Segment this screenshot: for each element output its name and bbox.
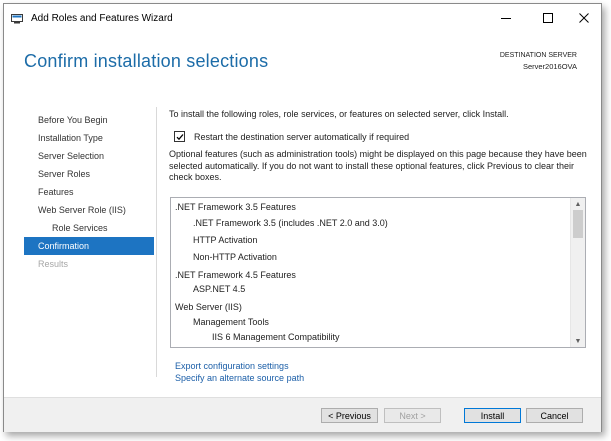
nav-item-confirmation[interactable]: Confirmation — [24, 237, 154, 255]
wizard-nav: Before You Begin Installation Type Serve… — [24, 111, 154, 273]
optional-features-note: Optional features (such as administratio… — [169, 149, 587, 182]
list-item: Management Tools — [193, 317, 269, 327]
list-item: Web Server (IIS) — [175, 302, 242, 312]
wizard-window: Add Roles and Features Wizard Confirm in… — [3, 3, 602, 432]
scroll-up-button[interactable]: ▲ — [571, 198, 585, 210]
scroll-down-button[interactable]: ▼ — [571, 335, 585, 347]
nav-item-server-selection[interactable]: Server Selection — [24, 147, 154, 165]
nav-item-server-roles[interactable]: Server Roles — [24, 165, 154, 183]
title-bar[interactable]: Add Roles and Features Wizard — [4, 4, 601, 34]
list-item: .NET Framework 3.5 Features — [175, 202, 296, 212]
nav-item-web-server-role[interactable]: Web Server Role (IIS) — [24, 201, 154, 219]
list-item: .NET Framework 3.5 (includes .NET 2.0 an… — [193, 218, 388, 228]
list-item: Non-HTTP Activation — [193, 252, 277, 262]
checkmark-icon — [176, 133, 183, 140]
list-item: .NET Framework 4.5 Features — [175, 270, 296, 280]
list-item: ASP.NET 4.5 — [193, 284, 246, 294]
nav-item-before-you-begin[interactable]: Before You Begin — [24, 111, 154, 129]
page-title: Confirm installation selections — [24, 51, 269, 71]
cancel-button[interactable]: Cancel — [526, 408, 583, 423]
intro-text: To install the following roles, role ser… — [169, 109, 509, 119]
nav-divider — [156, 107, 157, 377]
destination-server-label: DESTINATION SERVER — [499, 52, 577, 59]
list-scrollbar[interactable]: ▲ ▼ — [570, 198, 585, 347]
list-item: IIS 6 Management Compatibility — [212, 332, 340, 342]
chevron-down-icon: ▼ — [574, 337, 582, 345]
alternate-source-link[interactable]: Specify an alternate source path — [175, 373, 304, 383]
destination-server-name: Server2016OVA — [522, 62, 577, 71]
wizard-header: Confirm installation selections DESTINAT… — [4, 34, 601, 86]
nav-item-role-services[interactable]: Role Services — [24, 219, 154, 237]
maximize-button[interactable] — [530, 4, 565, 32]
previous-button[interactable]: < Previous — [321, 408, 378, 423]
nav-item-features[interactable]: Features — [24, 183, 154, 201]
window-title: Add Roles and Features Wizard — [31, 13, 173, 24]
export-configuration-link[interactable]: Export configuration settings — [175, 361, 289, 371]
scroll-thumb[interactable] — [573, 210, 583, 238]
nav-item-installation-type[interactable]: Installation Type — [24, 129, 154, 147]
list-item: HTTP Activation — [193, 235, 258, 245]
selected-features-list[interactable]: .NET Framework 3.5 Features .NET Framewo… — [170, 197, 586, 348]
close-icon — [578, 13, 589, 23]
nav-item-results: Results — [38, 259, 69, 269]
next-button: Next > — [384, 408, 441, 423]
wizard-footer: < Previous Next > Install Cancel — [4, 397, 601, 432]
restart-checkbox[interactable] — [174, 131, 185, 142]
close-button[interactable] — [566, 4, 601, 32]
install-button[interactable]: Install — [464, 408, 521, 423]
restart-label: Restart the destination server automatic… — [194, 131, 410, 142]
chevron-up-icon: ▲ — [574, 200, 582, 208]
server-manager-icon — [11, 14, 23, 24]
minimize-button[interactable] — [488, 4, 523, 32]
minimize-icon — [500, 18, 511, 19]
maximize-icon — [542, 13, 553, 23]
restart-option[interactable]: Restart the destination server automatic… — [174, 131, 409, 142]
